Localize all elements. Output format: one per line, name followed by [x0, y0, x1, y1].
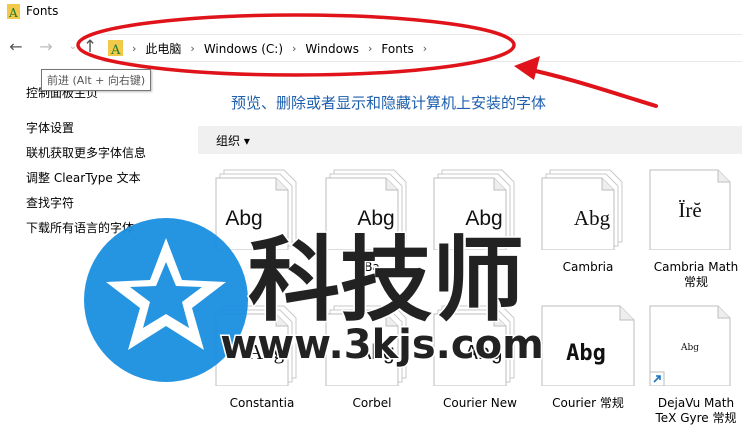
font-preview: Abg: [357, 341, 394, 364]
font-preview: Abg: [465, 207, 502, 230]
forward-button[interactable]: →: [36, 36, 56, 58]
font-file-icon: Abg: [541, 305, 635, 386]
address-bar[interactable]: A › 此电脑 › Windows (C:) › Windows › Fonts…: [101, 34, 742, 62]
font-file-icon: Abg: [433, 169, 515, 250]
download-fonts-link[interactable]: 下载所有语言的字体: [26, 220, 146, 245]
font-file-icon: Abg: [541, 169, 623, 250]
font-preview: Abg: [248, 340, 285, 364]
font-file-icon: Abg: [325, 305, 407, 386]
svg-text:A: A: [110, 43, 121, 56]
organize-menu-button[interactable]: 组织 ▾: [216, 132, 250, 149]
font-name: [208, 260, 316, 275]
breadcrumb-fonts[interactable]: Fonts: [375, 42, 419, 56]
font-file-icon: Ïrĕ: [649, 169, 731, 250]
find-character-link[interactable]: 查找字符: [26, 195, 146, 220]
breadcrumb-separator[interactable]: ›: [420, 42, 430, 55]
fonts-folder-icon: A: [108, 40, 123, 56]
font-file-icon: Abg: [215, 305, 297, 386]
font-name: Ba: [364, 260, 380, 274]
sidebar-links: 字体设置 联机获取更多字体信息 调整 ClearType 文本 查找字符 下载所…: [26, 120, 146, 245]
fonts-folder-icon: A: [7, 4, 20, 19]
font-file-icon: Abg: [215, 169, 297, 250]
font-file-icon: Abg: [325, 169, 407, 250]
breadcrumb-separator[interactable]: ›: [289, 42, 299, 55]
font-name: Corbel: [352, 396, 392, 410]
font-name: DejaVu Math TeX Gyre 常规: [655, 396, 737, 425]
breadcrumb-separator[interactable]: ›: [129, 42, 139, 55]
breadcrumb: › 此电脑 › Windows (C:) › Windows › Fonts ›: [129, 40, 430, 57]
font-preview: Abg: [680, 343, 699, 353]
page-heading: 预览、删除或者显示和隐藏计算机上安装的字体: [231, 94, 547, 112]
font-file-icon: Abg: [433, 305, 515, 386]
font-name: Cambria Math 常规: [653, 260, 739, 289]
command-bar: 组织 ▾: [198, 126, 742, 154]
breadcrumb-windows[interactable]: Windows: [299, 42, 365, 56]
font-preview: Abg: [357, 207, 394, 230]
font-name: Cambria: [562, 260, 614, 274]
breadcrumb-separator[interactable]: ›: [365, 42, 375, 55]
breadcrumb-windows-drive[interactable]: Windows (C:): [198, 42, 289, 56]
font-preview: Abg: [225, 207, 262, 230]
font-name: Constantia: [229, 396, 295, 410]
window-title: Fonts: [26, 4, 59, 18]
forward-tooltip: 前进 (Alt + 向右键): [41, 69, 152, 91]
font-preview: Abg: [566, 341, 606, 366]
breadcrumb-separator[interactable]: ›: [187, 42, 197, 55]
font-preview: Abg: [574, 206, 611, 230]
svg-text:A: A: [8, 6, 18, 19]
title-bar: A Fonts: [0, 0, 742, 26]
font-settings-link[interactable]: 字体设置: [26, 120, 146, 145]
font-name: Courier New: [443, 396, 517, 410]
font-preview: Ïrĕ: [678, 198, 701, 222]
font-name: [426, 260, 534, 275]
up-button[interactable]: ↑: [80, 36, 100, 58]
back-button[interactable]: ←: [6, 36, 26, 58]
font-file-icon: Abg: [649, 305, 731, 386]
online-font-info-link[interactable]: 联机获取更多字体信息: [26, 145, 146, 170]
cleartype-link[interactable]: 调整 ClearType 文本: [26, 170, 146, 195]
font-preview: Abg: [465, 343, 503, 366]
font-name: Courier 常规: [552, 396, 624, 410]
breadcrumb-this-pc[interactable]: 此电脑: [139, 40, 187, 57]
